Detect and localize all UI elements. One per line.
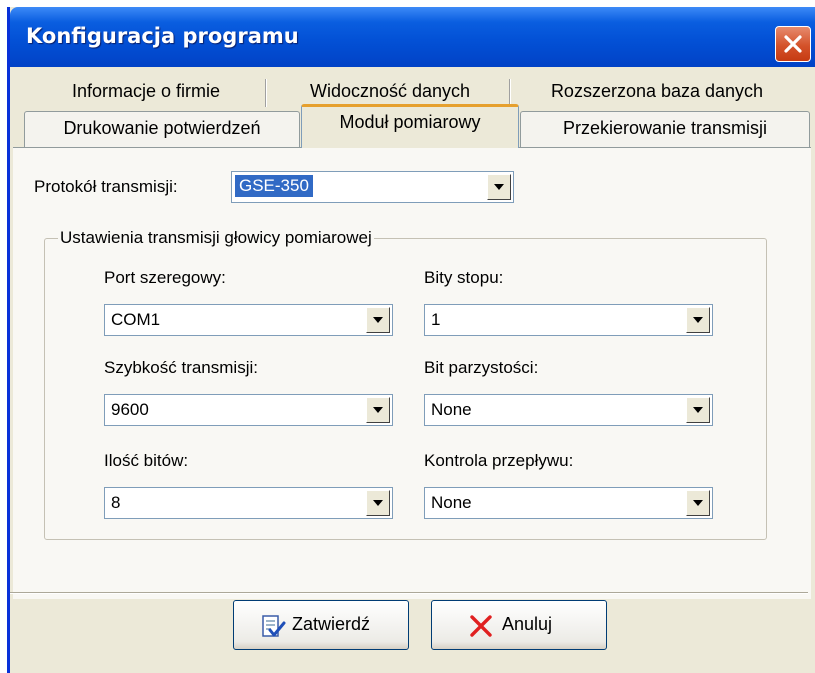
speed-select[interactable]: 9600 — [104, 394, 393, 426]
tab-measurement-module[interactable]: Moduł pomiarowy — [301, 104, 519, 148]
tab-confirmation-printing[interactable]: Drukowanie potwierdzeń — [24, 111, 300, 147]
tab-label: Drukowanie potwierdzeń — [63, 118, 261, 138]
title-bar[interactable]: Konfiguracja programu — [10, 7, 815, 67]
confirm-button[interactable]: Zatwierdź — [233, 600, 409, 650]
window-title: Konfiguracja programu — [26, 24, 299, 48]
footer-divider — [10, 592, 808, 594]
dropdown-button[interactable] — [686, 397, 710, 423]
dropdown-button[interactable] — [686, 307, 710, 333]
document-check-icon — [262, 615, 286, 637]
group-title: Ustawienia transmisji głowicy pomiarowej — [58, 228, 374, 248]
chevron-down-icon — [373, 407, 383, 413]
protocol-value: GSE-350 — [235, 175, 313, 197]
chevron-down-icon — [373, 500, 383, 506]
tab-label: Przekierowanie transmisji — [562, 118, 768, 138]
chevron-down-icon — [494, 184, 504, 190]
port-value: COM1 — [111, 310, 161, 329]
cancel-button[interactable]: Anuluj — [431, 600, 607, 650]
dropdown-button[interactable] — [487, 174, 511, 200]
tab-label: Informacje o firmie — [71, 81, 221, 101]
close-button[interactable] — [775, 26, 811, 62]
parity-select[interactable]: None — [424, 394, 713, 426]
stop-bits-value: 1 — [431, 310, 441, 329]
tab-label: Widoczność danych — [309, 81, 471, 101]
protocol-select[interactable]: GSE-350 — [231, 171, 514, 203]
tab-company-info[interactable]: Informacje o firmie — [25, 75, 267, 111]
flow-control-value: None — [431, 493, 472, 512]
tab-label: Rozszerzona baza danych — [550, 81, 764, 101]
data-bits-select[interactable]: 8 — [104, 487, 393, 519]
stop-bits-select[interactable]: 1 — [424, 304, 713, 336]
stop-bits-label: Bity stopu: — [424, 268, 504, 287]
parity-value: None — [431, 400, 472, 419]
tab-extended-database[interactable]: Rozszerzona baza danych — [513, 75, 801, 111]
dropdown-button[interactable] — [686, 490, 710, 516]
chevron-down-icon — [693, 317, 703, 323]
chevron-down-icon — [373, 317, 383, 323]
parity-label: Bit parzystości: — [424, 358, 539, 377]
protocol-label: Protokół transmisji: — [34, 177, 178, 196]
tab-transmission-redirect[interactable]: Przekierowanie transmisji — [520, 111, 810, 147]
chevron-down-icon — [693, 500, 703, 506]
cancel-label: Anuluj — [502, 614, 553, 634]
flow-control-select[interactable]: None — [424, 487, 713, 519]
close-icon — [784, 35, 802, 53]
port-select[interactable]: COM1 — [104, 304, 393, 336]
speed-value: 9600 — [111, 400, 149, 419]
data-bits-label: Ilość bitów: — [104, 451, 189, 470]
dropdown-button[interactable] — [366, 397, 390, 423]
flow-control-label: Kontrola przepływu: — [424, 451, 574, 470]
tab-label: Moduł pomiarowy — [339, 112, 481, 132]
confirm-label: Zatwierdź — [292, 614, 371, 634]
chevron-down-icon — [693, 407, 703, 413]
red-x-icon — [470, 615, 492, 637]
data-bits-value: 8 — [111, 493, 121, 512]
dropdown-button[interactable] — [366, 490, 390, 516]
port-label: Port szeregowy: — [104, 268, 226, 287]
speed-label: Szybkość transmisji: — [104, 358, 258, 377]
dropdown-button[interactable] — [366, 307, 390, 333]
